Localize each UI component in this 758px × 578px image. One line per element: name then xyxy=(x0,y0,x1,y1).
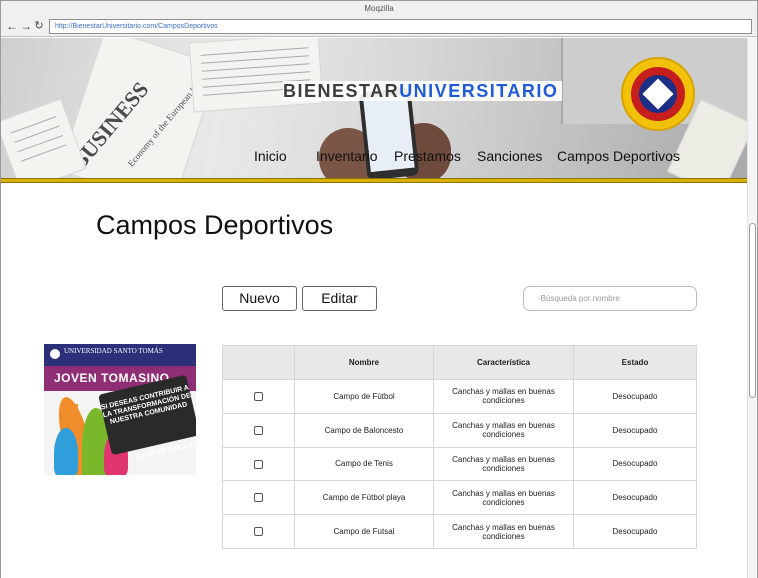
field-name: Campo de Futsal xyxy=(294,514,434,549)
field-status: Desocupado xyxy=(573,514,697,549)
browser-toolbar: ← → ↻ http://BienestarUniversitario.com/… xyxy=(1,17,757,37)
url-bar[interactable]: http://BienestarUniversitario.com/Campos… xyxy=(49,19,752,34)
university-seal-icon xyxy=(48,347,62,361)
field-name: Campo de Fútbol xyxy=(294,379,434,414)
menu-item-inventario[interactable]: Inventario xyxy=(316,148,377,164)
brand-word-2: UNIVERSITARIO xyxy=(399,81,559,101)
header-divider xyxy=(1,178,747,183)
row-checkbox-cell xyxy=(222,379,295,414)
fields-table: Nombre Característica Estado Campo de Fú… xyxy=(222,345,697,549)
field-name: Campo de Tenis xyxy=(294,446,434,482)
table-row[interactable]: Campo de Futsal Canchas y mallas en buen… xyxy=(222,514,697,549)
menu-item-sanciones[interactable]: Sanciones xyxy=(477,148,542,164)
row-checkbox[interactable] xyxy=(254,527,263,537)
main-menu: Inicio Inventario Prestamos Sanciones Ca… xyxy=(1,146,747,168)
field-feature: Canchas y mallas en buenas condiciones xyxy=(433,379,574,414)
field-status: Desocupado xyxy=(573,412,697,448)
row-checkbox[interactable] xyxy=(254,425,263,435)
figure-icon xyxy=(54,428,78,475)
ad-header: UNIVERSIDAD SANTO TOMÁS xyxy=(44,344,196,366)
row-checkbox-cell xyxy=(222,412,295,448)
column-header-status[interactable]: Estado xyxy=(573,345,697,380)
vertical-scrollbar[interactable] xyxy=(747,38,757,578)
field-feature: Canchas y mallas en buenas condiciones xyxy=(433,446,574,482)
field-feature: Canchas y mallas en buenas condiciones xyxy=(433,480,574,516)
row-checkbox[interactable] xyxy=(254,392,263,402)
document-image xyxy=(188,38,324,113)
edit-button[interactable]: Editar xyxy=(302,286,377,311)
row-checkbox[interactable] xyxy=(254,459,263,469)
field-status: Desocupado xyxy=(573,379,697,414)
row-checkbox[interactable] xyxy=(254,493,263,503)
page-viewport: BUSINESS Economy of the European Union B… xyxy=(1,38,747,578)
search-input[interactable]: -Búsqueda por nombre xyxy=(523,286,697,311)
row-checkbox-cell xyxy=(222,514,295,549)
new-button[interactable]: Nuevo xyxy=(222,286,297,311)
window-title: Moqzilla xyxy=(1,1,757,17)
table-row[interactable]: Campo de Tenis Canchas y mallas en buena… xyxy=(222,446,697,482)
arrow-left-icon[interactable]: ← xyxy=(6,20,18,33)
column-header-select xyxy=(222,345,295,380)
table-row[interactable]: Campo de Baloncesto Canchas y mallas en … xyxy=(222,412,697,448)
arrow-right-icon[interactable]: → xyxy=(20,20,32,33)
row-checkbox-cell xyxy=(222,446,295,482)
column-header-name[interactable]: Nombre xyxy=(294,345,434,380)
menu-item-campos-deportivos[interactable]: Campos Deportivos xyxy=(557,148,680,164)
field-feature: Canchas y mallas en buenas condiciones xyxy=(433,514,574,549)
field-name: Campo de Fútbol playa xyxy=(294,480,434,516)
table-row[interactable]: Campo de Fútbol Canchas y mallas en buen… xyxy=(222,379,697,414)
menu-item-inicio[interactable]: Inicio xyxy=(254,148,287,164)
brand-word-1: BIENESTAR xyxy=(283,81,400,101)
column-header-feature[interactable]: Característica xyxy=(433,345,574,380)
table-row[interactable]: Campo de Fútbol playa Canchas y mallas e… xyxy=(222,480,697,516)
university-seal-icon xyxy=(621,57,695,131)
table-header-row: Nombre Característica Estado xyxy=(222,345,697,380)
menu-item-prestamos[interactable]: Prestamos xyxy=(394,148,461,164)
field-status: Desocupado xyxy=(573,480,697,516)
reload-icon[interactable]: ↻ xyxy=(33,20,45,33)
row-checkbox-cell xyxy=(222,480,295,516)
field-status: Desocupado xyxy=(573,446,697,482)
site-brand: BIENESTARUNIVERSITARIO xyxy=(283,81,563,101)
ad-header-text: UNIVERSIDAD SANTO TOMÁS xyxy=(64,347,163,355)
page-title: Campos Deportivos xyxy=(96,210,334,240)
ad-banner[interactable]: UNIVERSIDAD SANTO TOMÁS JOVEN TOMASINO S… xyxy=(44,344,196,475)
field-name: Campo de Baloncesto xyxy=(294,412,434,448)
field-feature: Canchas y mallas en buenas condiciones xyxy=(433,412,574,448)
hero-banner: BUSINESS Economy of the European Union B… xyxy=(1,38,747,178)
scrollbar-thumb[interactable] xyxy=(749,223,756,398)
browser-window: Moqzilla ← → ↻ http://BienestarUniversit… xyxy=(0,0,758,578)
